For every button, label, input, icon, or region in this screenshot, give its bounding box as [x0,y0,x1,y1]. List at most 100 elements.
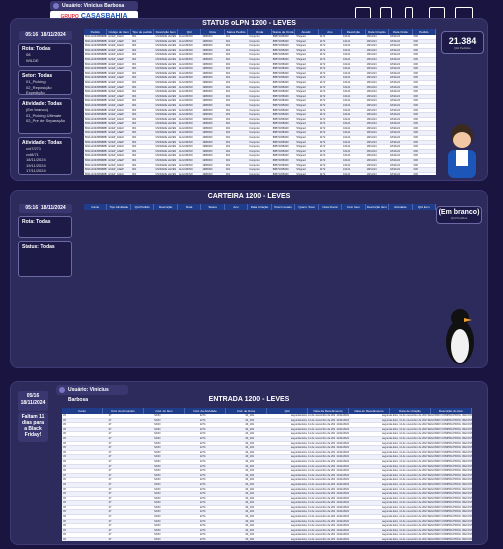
table-cell: segunda-feira, 11 de novembro de 2024 [381,505,427,509]
table-cell: Shipped [296,159,306,163]
table-cell: 8011124345898881 [85,39,108,43]
table-cell: 1274 [199,423,206,427]
table-cell: 40_149 [245,436,254,440]
table-cell: segunda-feira, 11 de novembro de 2024 [290,492,336,496]
table-cell: segunda-feira, 11 de novembro de 2024 [290,427,336,431]
table-cell: 1980000 [202,131,213,135]
table-cell: 001 [131,117,137,121]
column-header[interactable]: Status [201,204,225,210]
table-cell: ALGUMINO [178,35,193,38]
table-cell: ECEP_AAEP [108,94,124,98]
table-cell: Shipped [296,103,306,107]
table-cell: ECEP_AAEP [108,76,124,80]
table-cell: UNIDADE LEVES [155,80,177,84]
table-cell: UNIDADE LEVES [155,53,177,57]
table-cell: 45 [63,464,66,468]
table-cell: 1274 [199,432,206,436]
olpn-table: Pedido Código do Item Tipo de pedido Descri… [84,29,436,175]
table-cell: UNIDADE LEVES [155,39,177,43]
table-cell: 8011124345898881 [85,67,108,71]
table-cell: 88874338400 [272,44,289,48]
user-label[interactable]: Usuário: Vinicius Barbosa [56,385,128,403]
filter-rota[interactable]: Rota: Todas [18,216,72,238]
table-cell: 10121 [343,122,351,126]
table-cell: 001 [225,67,231,71]
table-cell: ECEP_FAEO [108,99,124,103]
table-cell: ECEP_FAEO [108,145,124,149]
table-cell: SEGUNDO COMPRA PROG. RECOVERY T-T85 [427,432,473,436]
column-header[interactable]: Data Criação [248,204,272,210]
table-cell: 27 [108,469,112,473]
table-cell: 40_149 [245,492,254,496]
table-cell: 1172 [319,131,326,135]
table-cell: Shipped [296,117,306,121]
table-cell: 11/11/2024 [336,464,349,468]
column-header[interactable]: Quant. Total [295,204,319,210]
table-cell: S/NO [154,492,161,496]
table-cell: Shipped [296,122,306,126]
table-cell: 000 [413,149,418,153]
table-cell: 001 [131,48,137,52]
column-header[interactable]: Descrição [154,204,178,210]
user-label[interactable]: Usuário: Vinicius Barbosa [50,1,138,11]
panel-title: STATUS oLPN 1200 - LEVES [202,20,296,27]
table-cell: 000 [413,140,418,144]
filter-setor[interactable]: Setor: Todas 01_Picking 02_Reposição Exp… [18,70,72,95]
filter-rota[interactable]: Rota: Todas 08 WILDE [18,43,72,67]
table-cell: segunda-feira, 11 de novembro de 2024 [381,436,427,440]
column-header[interactable]: Atividade [389,204,413,210]
table-cell: segunda-feira, 11 de novembro de 2024 [290,418,336,422]
column-header[interactable]: Qtd Item [413,204,436,210]
table-cell: 8011124345898880 [85,80,108,84]
table-cell: 18/11/24 [390,85,400,89]
column-header[interactable]: Tipo Atividade [107,204,131,210]
table-cell: 88874338400 [272,117,289,121]
column-header[interactable]: Total Inovado [272,204,296,210]
table-cell: 000 [413,122,418,126]
column-header[interactable]: Qtd Pedido [131,204,155,210]
table-cell: segunda-feira, 11 de novembro de 2024 [290,533,336,537]
table-cell: ALGUMINO [178,145,193,149]
column-header[interactable]: Canto [84,204,108,210]
column-header[interactable]: Descrição Item [366,204,390,210]
table-cell: 11/11/2024 [336,418,349,422]
table-cell: SEGUNDO COMPRA PROG. RECOVERY T-T85 [427,455,473,459]
table-cell: 18/11/24 [390,113,400,117]
table-cell: ECEP_FAEO [108,136,124,140]
filter-atividade[interactable]: Atividade: Todas (Em branco) 01_Picking … [18,98,72,134]
table-cell: 18/11/24 [366,62,377,66]
column-header[interactable]: Nota Fiscal [319,204,343,210]
table-cell: 18/11/24 [366,44,377,48]
table-cell: 1172 [319,168,326,172]
table-cell: 1980000 [202,122,213,126]
table-cell: 10121 [343,149,351,153]
table-cell: 001 [225,126,231,130]
table-cell: Conjunto [249,90,260,94]
table-cell: 1172 [319,85,326,89]
table-cell: Shipped [296,85,306,89]
table-cell: 1980000 [202,168,213,172]
blank-kpi: (Em branco) Qtd Pedidos [436,206,482,224]
table-cell: 10121 [343,44,351,48]
table-cell: 1980000 [202,67,213,71]
table-cell: UNIDADE LEVES [155,99,177,103]
table-cell: 001 [225,122,231,126]
column-header[interactable]: Cód. Item [342,204,366,210]
filter-status[interactable]: Status: Todas [18,241,72,277]
table-cell: 001 [225,136,231,140]
filter-data[interactable]: Atividade: Todas cxt7/271 cxt8/71 18/11/… [18,137,72,175]
table-cell: 18/11/24 [366,53,377,57]
column-header[interactable]: Rota [178,204,202,210]
table-cell: 8011124345898880 [85,35,108,38]
table-row[interactable]: 45 27 S/NO 1274 40_149 segunda-feira, 11 de n… [62,538,472,541]
table-cell: 1172 [319,99,326,103]
table-cell: segunda-feira, 11 de novembro de 2024 [381,515,427,519]
table-cell: 45 [63,524,66,528]
table-cell: segunda-feira, 11 de novembro de 2024 [381,418,427,422]
column-header[interactable]: Ano [225,204,249,210]
table-cell: 1980000 [202,108,213,112]
table-cell: 1980000 [202,126,213,130]
table-cell: 001 [225,99,231,103]
table-row[interactable]: 8011124345898880 ECEP_FAEO 001 UNIDADE LEVE… [84,173,436,175]
table-cell: SEGUNDO COMPRA PROG. RECOVERY T-T85 [427,496,473,500]
